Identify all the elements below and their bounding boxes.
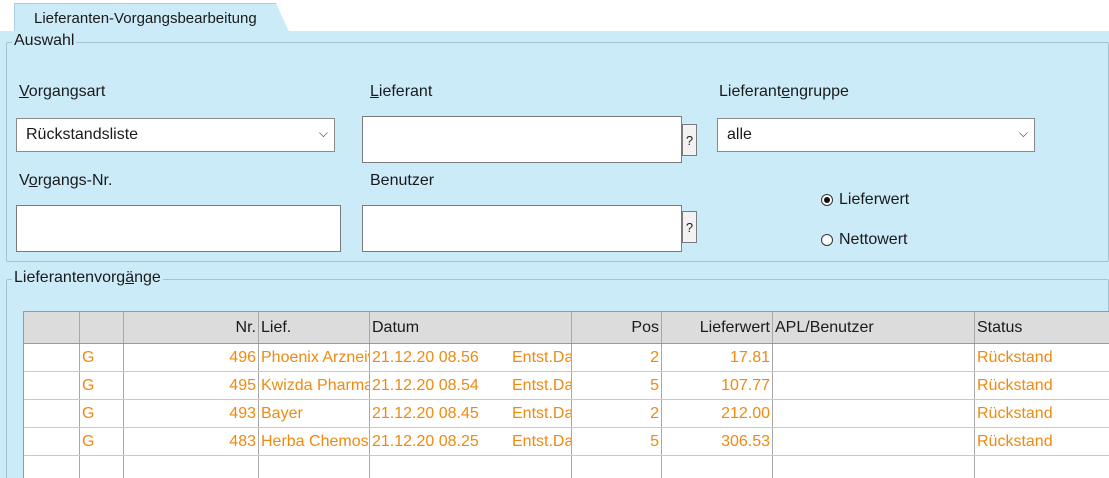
table-row[interactable]	[24, 456, 1109, 478]
table-cell-flag	[80, 456, 124, 478]
col-header-1[interactable]	[80, 312, 124, 343]
table-cell	[24, 344, 80, 371]
table-cell-apl	[773, 344, 975, 371]
table-cell-art: Entst.Dat.	[510, 400, 572, 427]
vorgangsnr-input[interactable]	[16, 205, 341, 252]
lieferant-label: Lieferant	[370, 83, 433, 100]
table-cell-nr: 493	[124, 400, 259, 427]
vorgangsart-value: Rückstandsliste	[26, 126, 139, 143]
table-cell-apl	[773, 400, 975, 427]
table-cell-nr: 483	[124, 428, 259, 455]
col-header-nr[interactable]: Nr.	[124, 312, 259, 343]
table-cell-art: Entst.Dat.	[510, 372, 572, 399]
table-cell-status: Rückstand	[977, 433, 1053, 450]
table-cell	[24, 400, 80, 427]
col-header-datum[interactable]: Datum	[370, 312, 510, 343]
table-cell-status: Rückstand	[977, 377, 1053, 394]
table-cell-nr	[124, 456, 259, 478]
table-cell-lief: Phoenix Arzneiwaren	[259, 344, 370, 371]
table-cell	[24, 456, 80, 478]
table-cell-datum: 21.12.20 08.45	[372, 405, 479, 422]
lieferantengruppe-label: Lieferantengruppe	[719, 83, 849, 100]
radio-lieferwert[interactable]: Lieferwert	[821, 191, 909, 209]
table-cell-datum: 21.12.20 08.56	[372, 349, 479, 366]
table-header: Nr. Lief. Datum Pos Lieferwert APL/Benut…	[24, 312, 1109, 344]
vorgangsart-label: Vorgangsart	[19, 83, 106, 100]
table-cell-nr: 495	[124, 372, 259, 399]
radio-selected-icon	[821, 194, 833, 206]
table-cell-nr: 496	[124, 344, 259, 371]
table-cell-art: Entst.Dat.	[510, 428, 572, 455]
tab-lieferanten-vorgangsbearbeitung[interactable]: Lieferanten-Vorgangsbearbeitung	[14, 3, 289, 32]
table-cell-lieferwert: 17.81	[662, 344, 773, 371]
col-header-pos[interactable]: Pos	[572, 312, 662, 343]
vorgangsnr-label: Vorgangs-Nr.	[19, 172, 113, 189]
vorgaenge-table[interactable]: Nr. Lief. Datum Pos Lieferwert APL/Benut…	[23, 311, 1109, 478]
table-cell-lieferwert: 306.53	[662, 428, 773, 455]
table-cell-pos: 2	[572, 344, 662, 371]
auswahl-legend: Auswahl	[12, 32, 77, 50]
table-cell	[24, 372, 80, 399]
benutzer-label: Benutzer	[370, 172, 435, 189]
lieferantengruppe-value: alle	[727, 126, 752, 143]
table-cell-lief	[259, 456, 370, 478]
table-cell-status: Rückstand	[977, 405, 1053, 422]
table-cell-pos: 5	[572, 428, 662, 455]
table-cell	[24, 428, 80, 455]
table-cell-status: Rückstand	[977, 349, 1053, 366]
table-row[interactable]: G493Bayer21.12.20 08.45 Entst.Dat.2212.00…	[24, 400, 1109, 428]
table-cell-pos: 5	[572, 372, 662, 399]
col-header-art[interactable]	[510, 312, 572, 343]
table-cell-lief: Bayer	[259, 400, 370, 427]
benutzer-input[interactable]	[362, 205, 682, 252]
table-cell-flag: G	[80, 344, 124, 371]
table-cell-pos	[572, 456, 662, 478]
table-row[interactable]: G495Kwizda Pharma21.12.20 08.54 Entst.Dat…	[24, 372, 1109, 400]
table-row[interactable]: G496Phoenix Arzneiwaren21.12.20 08.56 Ent…	[24, 344, 1109, 372]
col-header-status[interactable]: Status	[975, 312, 1109, 343]
table-cell-datum	[370, 456, 510, 478]
radio-unselected-icon	[821, 234, 833, 246]
chevron-down-icon: ⌵	[1018, 126, 1028, 140]
table-cell-apl	[773, 372, 975, 399]
table-cell-datum: 21.12.20 08.25	[372, 433, 479, 450]
table-cell-lieferwert: 212.00	[662, 400, 773, 427]
table-cell-apl	[773, 428, 975, 455]
vorgangsart-select[interactable]: Rückstandsliste ⌵	[16, 118, 335, 152]
tab-title: Lieferanten-Vorgangsbearbeitung	[34, 10, 257, 27]
table-cell-art: Entst.Dat.	[510, 344, 572, 371]
benutzer-help-button[interactable]: ?	[682, 211, 697, 243]
table-cell-lieferwert: 107.77	[662, 372, 773, 399]
lieferant-help-button[interactable]: ?	[682, 124, 697, 156]
main-panel: Auswahl Vorgangsart Rückstandsliste ⌵ Li…	[0, 31, 1109, 478]
table-cell-art	[510, 456, 572, 478]
col-header-apl[interactable]: APL/Benutzer	[773, 312, 975, 343]
table-cell-status	[975, 456, 1109, 478]
table-cell-datum: 21.12.20 08.54	[372, 377, 479, 394]
col-header-lieferwert[interactable]: Lieferwert	[662, 312, 773, 343]
table-cell-lief: Kwizda Pharma	[259, 372, 370, 399]
col-header-0[interactable]	[24, 312, 80, 343]
table-row[interactable]: G483Herba Chemosan21.12.20 08.25 Entst.Da…	[24, 428, 1109, 456]
table-cell-flag: G	[80, 428, 124, 455]
table-cell-pos: 2	[572, 400, 662, 427]
table-cell-flag: G	[80, 400, 124, 427]
table-cell-lieferwert	[662, 456, 773, 478]
col-header-lief[interactable]: Lief.	[259, 312, 370, 343]
lieferantengruppe-select[interactable]: alle ⌵	[717, 118, 1035, 152]
table-cell-flag: G	[80, 372, 124, 399]
chevron-down-icon: ⌵	[318, 126, 328, 140]
lieferant-input[interactable]	[362, 116, 682, 163]
vorgaenge-legend: Lieferantenvorgänge	[12, 269, 163, 287]
table-cell-lief: Herba Chemosan	[259, 428, 370, 455]
table-cell-apl	[773, 456, 975, 478]
radio-nettowert[interactable]: Nettowert	[821, 231, 907, 249]
